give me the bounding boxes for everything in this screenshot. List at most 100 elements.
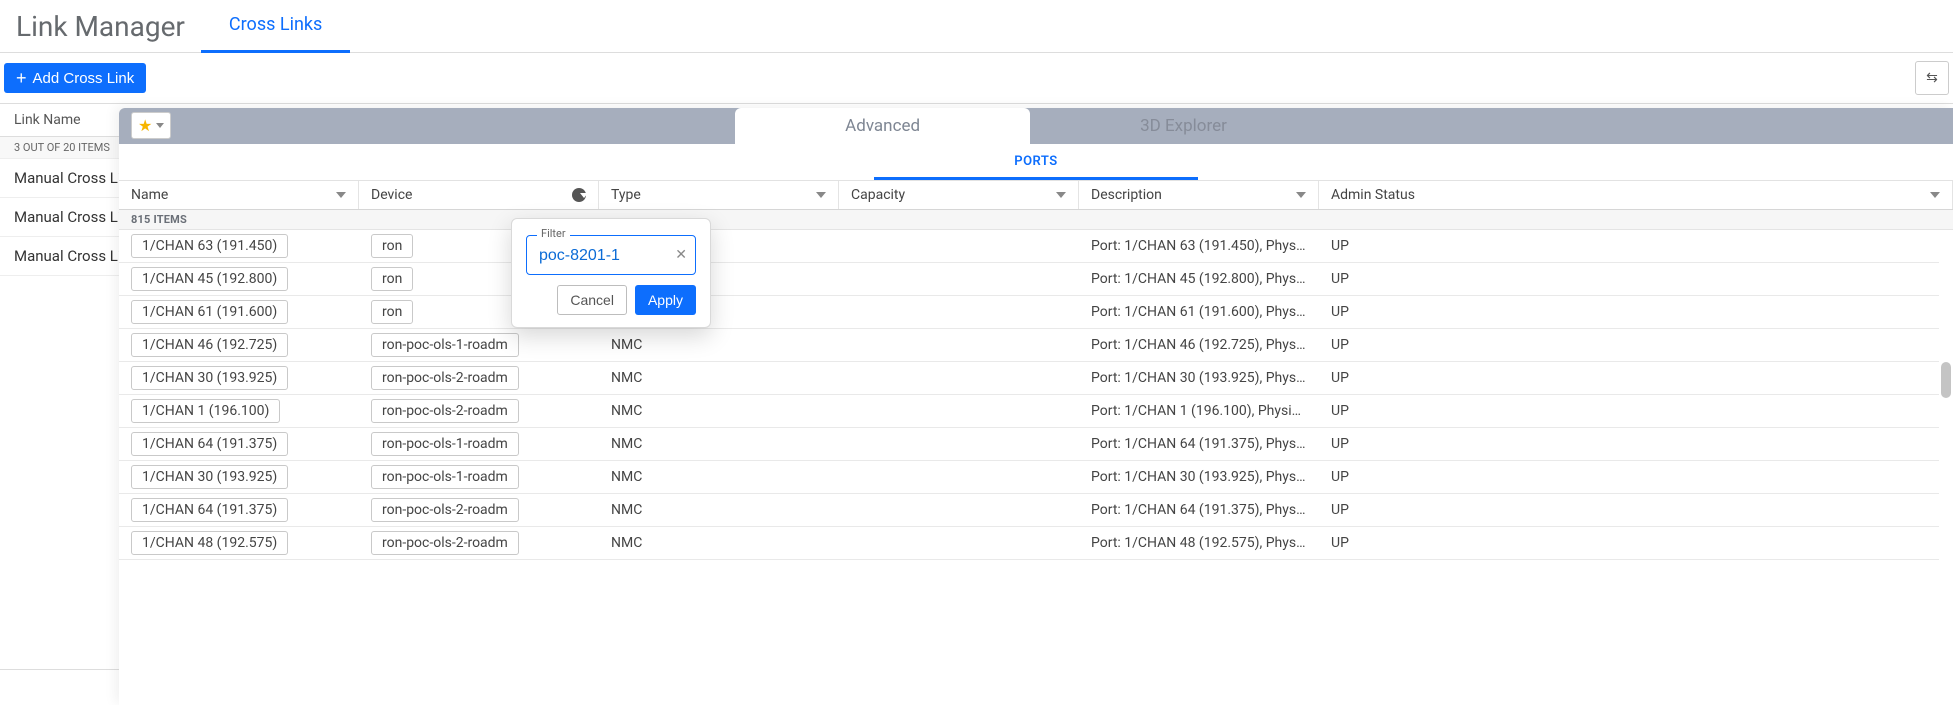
filter-input[interactable] — [537, 246, 665, 266]
cell-type: NMC — [599, 399, 839, 423]
cell-capacity — [839, 341, 1079, 349]
cell-description: Port: 1/CHAN 64 (191.375), Physical Dev… — [1091, 436, 1307, 452]
swap-icon: ⇆ — [1926, 70, 1938, 86]
col-type-label: Type — [611, 187, 641, 203]
cell-description: Port: 1/CHAN 63 (191.450), Physical Dev… — [1091, 238, 1307, 254]
device-chip[interactable]: ron — [371, 267, 413, 291]
cell-admin-status: UP — [1319, 531, 1939, 555]
filter-icon[interactable] — [1930, 192, 1940, 198]
cell-capacity — [839, 275, 1079, 283]
device-chip[interactable]: ron-poc-ols-1-roadm — [371, 333, 519, 357]
cell-description: Port: 1/CHAN 1 (196.100), Physical Devic… — [1091, 403, 1307, 419]
device-chip[interactable]: ron-poc-ols-1-roadm — [371, 465, 519, 489]
device-chip[interactable]: ron-poc-ols-2-roadm — [371, 498, 519, 522]
star-icon: ★ — [138, 116, 152, 135]
cell-type: NMC — [599, 432, 839, 456]
port-name-chip[interactable]: 1/CHAN 46 (192.725) — [131, 333, 288, 357]
port-name-chip[interactable]: 1/CHAN 61 (191.600) — [131, 300, 288, 324]
cell-admin-status: UP — [1319, 333, 1939, 357]
cell-admin-status: UP — [1319, 465, 1939, 489]
cancel-button[interactable]: Cancel — [557, 285, 627, 315]
col-device[interactable]: Device — [359, 181, 599, 209]
device-chip[interactable]: ron-poc-ols-1-roadm — [371, 432, 519, 456]
port-name-chip[interactable]: 1/CHAN 1 (196.100) — [131, 399, 280, 423]
apply-button[interactable]: Apply — [635, 285, 696, 315]
cell-admin-status: UP — [1319, 300, 1939, 324]
table-row[interactable]: 1/CHAN 63 (191.450)ronNMCPort: 1/CHAN 63… — [119, 230, 1939, 263]
cell-description: Port: 1/CHAN 61 (191.600), Physical Dev… — [1091, 304, 1307, 320]
cell-admin-status: UP — [1319, 234, 1939, 258]
device-chip[interactable]: ron-poc-ols-2-roadm — [371, 531, 519, 555]
port-name-chip[interactable]: 1/CHAN 64 (191.375) — [131, 432, 288, 456]
col-description[interactable]: Description — [1079, 181, 1319, 209]
cell-type: NMC — [599, 333, 839, 357]
table-row[interactable]: 1/CHAN 46 (192.725) ron-poc-ols-1-roadm NM… — [119, 329, 1939, 362]
cell-admin-status: UP — [1319, 432, 1939, 456]
col-admin-status[interactable]: Admin Status — [1319, 181, 1953, 209]
scrollbar-thumb[interactable] — [1941, 362, 1951, 398]
cell-admin-status: UP — [1319, 498, 1939, 522]
tab-cross-links[interactable]: Cross Links — [201, 0, 350, 53]
filter-icon[interactable] — [336, 192, 346, 198]
table-row[interactable]: 1/CHAN 30 (193.925) ron-poc-ols-1-roadm NM… — [119, 461, 1939, 494]
port-name-chip[interactable]: 1/CHAN 45 (192.800) — [131, 267, 288, 291]
plus-icon: + — [16, 69, 27, 87]
device-chip[interactable]: ron-poc-ols-2-roadm — [371, 399, 519, 423]
cell-capacity — [839, 440, 1079, 448]
filter-icon-active[interactable] — [572, 188, 586, 202]
port-name-chip[interactable]: 1/CHAN 30 (193.925) — [131, 465, 288, 489]
table-row[interactable]: 1/CHAN 64 (191.375)ron-poc-ols-2-roadmNM… — [119, 494, 1939, 527]
cell-admin-status: UP — [1319, 267, 1939, 291]
cell-type: NMC — [599, 366, 839, 390]
ports-explorer-modal: ★ Advanced 3D Explorer PORTS Name Device… — [119, 108, 1953, 705]
clear-icon[interactable]: ✕ — [675, 247, 687, 263]
cell-capacity — [839, 407, 1079, 415]
port-name-chip[interactable]: 1/CHAN 30 (193.925) — [131, 366, 288, 390]
table-row[interactable]: 1/CHAN 1 (196.100) ron-poc-ols-2-roadm NMC… — [119, 395, 1939, 428]
filter-icon[interactable] — [1296, 192, 1306, 198]
filter-icon[interactable] — [816, 192, 826, 198]
device-chip[interactable]: ron — [371, 300, 413, 324]
vertical-scrollbar[interactable] — [1941, 362, 1951, 705]
col-name-label: Name — [131, 187, 168, 203]
cell-description: Port: 1/CHAN 46 (192.725), Physical Dev… — [1091, 337, 1307, 353]
cell-description: Port: 1/CHAN 45 (192.800), Physical Dev… — [1091, 271, 1307, 287]
table-row[interactable]: 1/CHAN 64 (191.375) ron-poc-ols-1-roadm NM… — [119, 428, 1939, 461]
sub-tab-ports[interactable]: PORTS — [874, 144, 1197, 180]
col-admin-label: Admin Status — [1331, 187, 1415, 203]
cell-type: NMC — [599, 531, 839, 555]
cell-capacity — [839, 473, 1079, 481]
chevron-down-icon — [156, 123, 164, 128]
grid-items-count: 815 ITEMS — [119, 210, 1953, 230]
port-name-chip[interactable]: 1/CHAN 63 (191.450) — [131, 234, 288, 258]
col-type[interactable]: Type — [599, 181, 839, 209]
add-cross-link-label: Add Cross Link — [33, 70, 135, 87]
port-name-chip[interactable]: 1/CHAN 48 (192.575) — [131, 531, 288, 555]
col-capacity[interactable]: Capacity — [839, 181, 1079, 209]
page-title: Link Manager — [0, 10, 201, 43]
table-row[interactable]: 1/CHAN 61 (191.600)ronNMCPort: 1/CHAN 61… — [119, 296, 1939, 329]
filter-label: Filter — [537, 227, 570, 240]
table-row[interactable]: 1/CHAN 48 (192.575) ron-poc-ols-2-roadm NM… — [119, 527, 1939, 560]
col-capacity-label: Capacity — [851, 187, 905, 203]
device-chip[interactable]: ron — [371, 234, 413, 258]
swap-button[interactable]: ⇆ — [1915, 61, 1949, 95]
cell-type: NMC — [599, 465, 839, 489]
cell-description: Port: 1/CHAN 48 (192.575), Physical Dev… — [1091, 535, 1307, 551]
cell-admin-status: UP — [1319, 366, 1939, 390]
cell-capacity — [839, 242, 1079, 250]
device-chip[interactable]: ron-poc-ols-2-roadm — [371, 366, 519, 390]
cell-capacity — [839, 539, 1079, 547]
favorite-dropdown[interactable]: ★ — [131, 112, 171, 139]
add-cross-link-button[interactable]: + Add Cross Link — [4, 63, 146, 93]
table-row[interactable]: 1/CHAN 30 (193.925) ron-poc-ols-2-roadm NM… — [119, 362, 1939, 395]
col-name[interactable]: Name — [119, 181, 359, 209]
cell-description: Port: 1/CHAN 64 (191.375), Physical Dev… — [1091, 502, 1307, 518]
table-row[interactable]: 1/CHAN 45 (192.800)ronNMCPort: 1/CHAN 45… — [119, 263, 1939, 296]
mode-tab-advanced[interactable]: Advanced — [735, 108, 1030, 144]
cell-description: Port: 1/CHAN 30 (193.925), Physical Dev… — [1091, 370, 1307, 386]
mode-tab-3d-explorer[interactable]: 3D Explorer — [1030, 108, 1337, 144]
device-filter-popover: Filter ✕ Cancel Apply — [511, 218, 711, 328]
filter-icon[interactable] — [1056, 192, 1066, 198]
port-name-chip[interactable]: 1/CHAN 64 (191.375) — [131, 498, 288, 522]
